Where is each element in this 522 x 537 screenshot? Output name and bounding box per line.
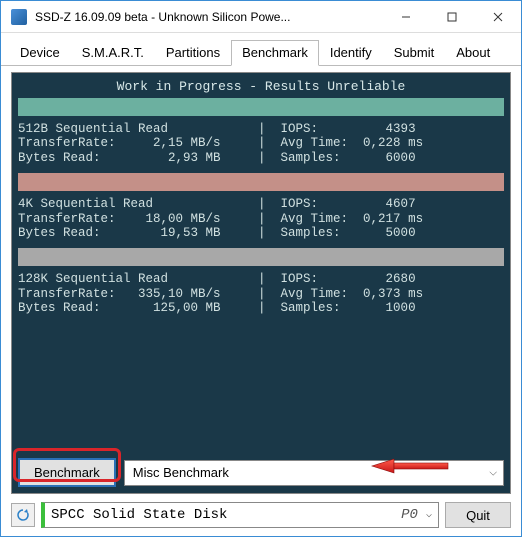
tab-benchmark[interactable]: Benchmark	[231, 40, 319, 66]
footer: SPCC Solid State Disk P0 ⌵ Quit	[1, 498, 521, 536]
tab-about[interactable]: About	[445, 40, 501, 66]
window-controls	[383, 2, 521, 32]
progress-bar	[18, 248, 504, 266]
test-stats: 512B Sequential Read | IOPS: 4393 Transf…	[18, 122, 504, 165]
window-title: SSD-Z 16.09.09 beta - Unknown Silicon Po…	[35, 10, 383, 24]
close-button[interactable]	[475, 2, 521, 32]
maximize-button[interactable]	[429, 2, 475, 32]
benchmark-button[interactable]: Benchmark	[18, 458, 116, 487]
chevron-down-icon: ⌵	[426, 509, 432, 521]
app-window: SSD-Z 16.09.09 beta - Unknown Silicon Po…	[0, 0, 522, 537]
tab-partitions[interactable]: Partitions	[155, 40, 231, 66]
app-icon	[11, 9, 27, 25]
disk-port: P0	[401, 507, 418, 523]
benchmark-controls: Benchmark Misc Benchmark ⌵	[18, 458, 504, 487]
refresh-button[interactable]	[11, 503, 35, 527]
progress-bar	[18, 98, 504, 116]
titlebar: SSD-Z 16.09.09 beta - Unknown Silicon Po…	[1, 1, 521, 33]
quit-button[interactable]: Quit	[445, 502, 511, 528]
disk-name: SPCC Solid State Disk	[51, 507, 227, 523]
benchmark-panel: Work in Progress - Results Unreliable 51…	[11, 72, 511, 494]
tab-identify[interactable]: Identify	[319, 40, 383, 66]
disk-selector[interactable]: SPCC Solid State Disk P0 ⌵	[41, 502, 439, 528]
tab-device[interactable]: Device	[9, 40, 71, 66]
tab-strip: DeviceS.M.A.R.T.PartitionsBenchmarkIdent…	[1, 33, 521, 66]
tab-smart[interactable]: S.M.A.R.T.	[71, 40, 155, 66]
minimize-button[interactable]	[383, 2, 429, 32]
tab-submit[interactable]: Submit	[383, 40, 445, 66]
benchmark-type-dropdown[interactable]: Misc Benchmark ⌵	[124, 460, 504, 486]
wip-banner: Work in Progress - Results Unreliable	[18, 79, 504, 94]
test-stats: 4K Sequential Read | IOPS: 4607 Transfer…	[18, 197, 504, 240]
test-stats: 128K Sequential Read | IOPS: 2680 Transf…	[18, 272, 504, 315]
progress-bar	[18, 173, 504, 191]
dropdown-value: Misc Benchmark	[133, 465, 229, 480]
chevron-down-icon: ⌵	[489, 467, 497, 478]
